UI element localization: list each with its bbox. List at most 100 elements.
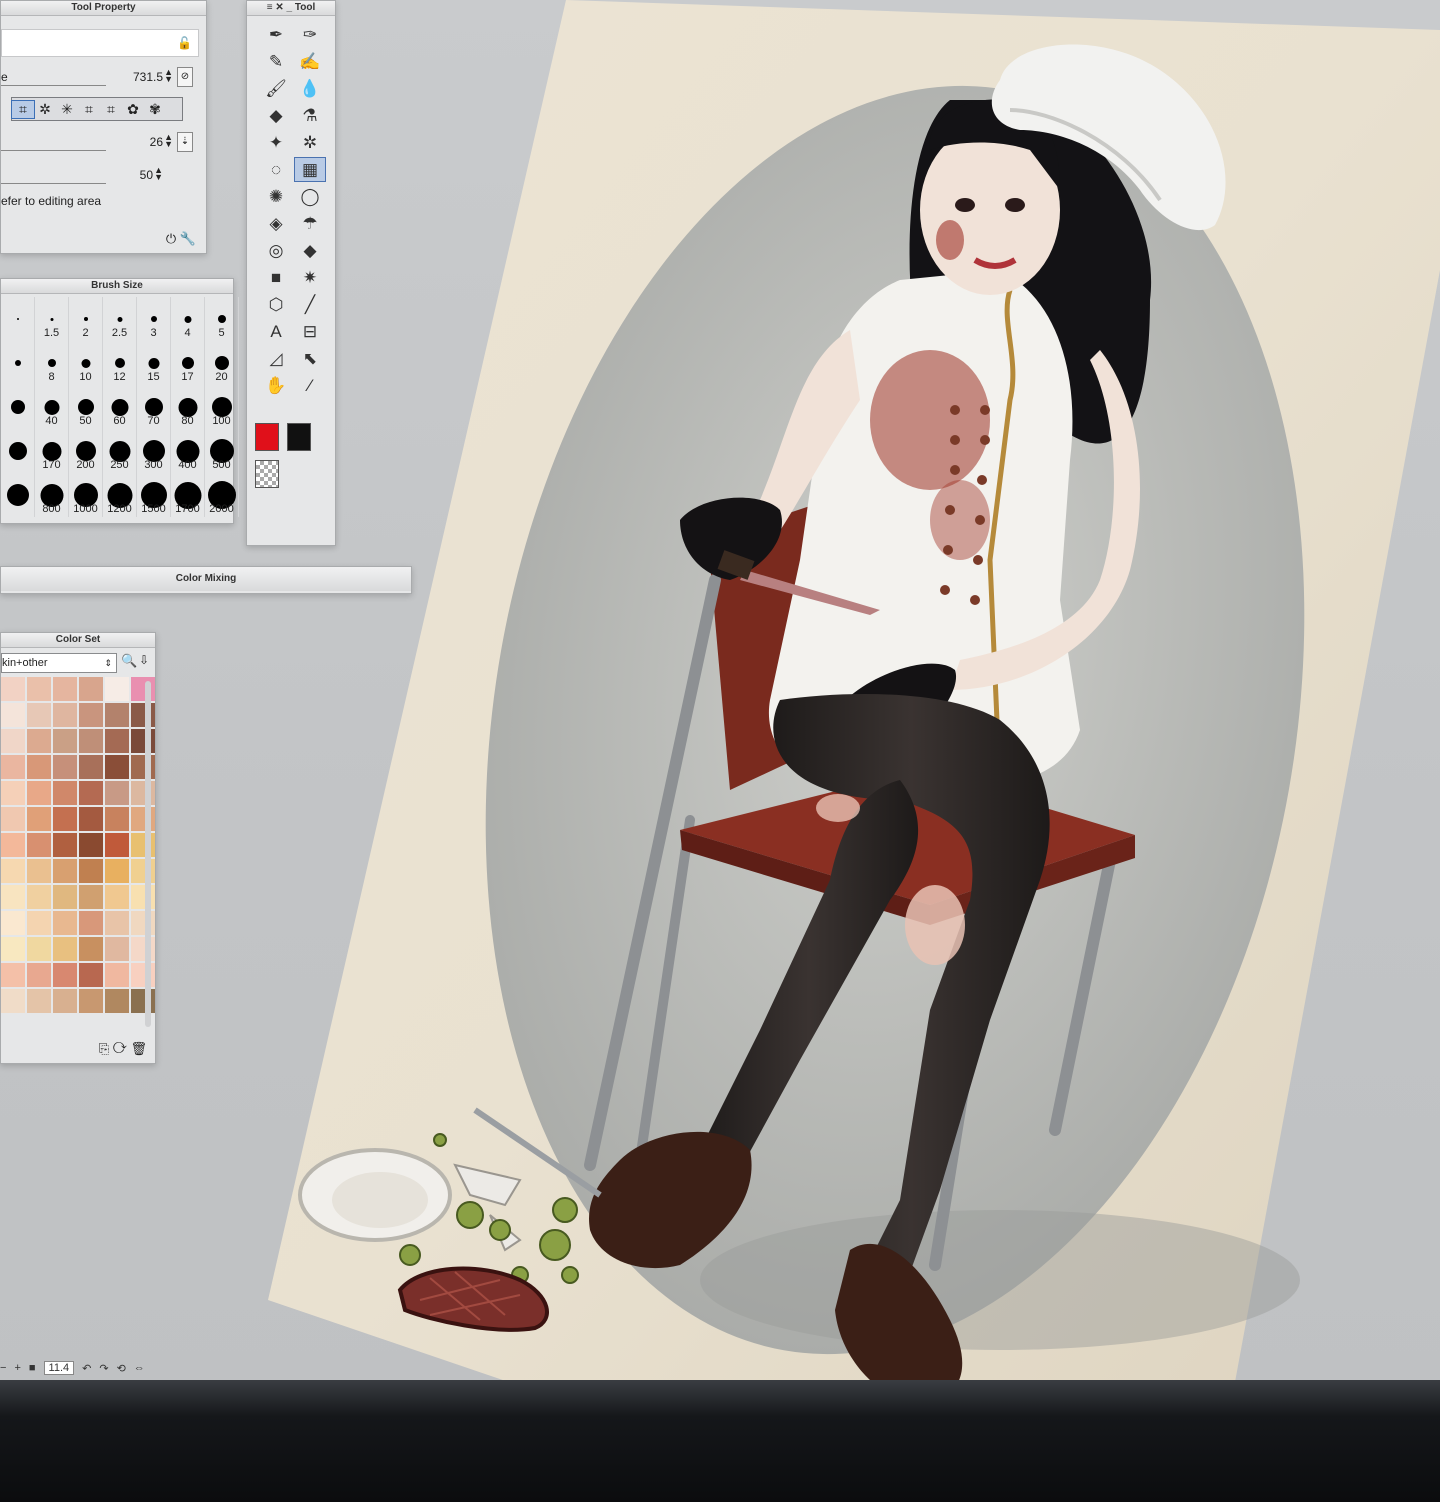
- color-swatch[interactable]: [27, 729, 51, 753]
- shape-option-icon[interactable]: ⌗: [78, 101, 100, 118]
- color-swatch[interactable]: [1, 677, 25, 701]
- brush-size-slider[interactable]: [1, 81, 106, 86]
- brush-size-preset[interactable]: 400: [171, 429, 205, 473]
- color-swatch[interactable]: [79, 677, 103, 701]
- sparkle-icon[interactable]: ✦: [261, 131, 291, 154]
- water-drop-icon[interactable]: ☂: [295, 212, 325, 235]
- color-swatch[interactable]: [131, 859, 155, 883]
- color-swatch[interactable]: [131, 911, 155, 935]
- color-swatch[interactable]: [53, 859, 77, 883]
- brush-size-preset[interactable]: 170: [35, 429, 69, 473]
- color-swatch[interactable]: [79, 859, 103, 883]
- brush-size-preset[interactable]: 2000: [205, 473, 239, 517]
- color-swatch[interactable]: [105, 859, 129, 883]
- color-swatch[interactable]: [53, 755, 77, 779]
- brush-shape-options[interactable]: ⌗ ✲ ✳ ⌗ ⌗ ✿ ✾: [11, 97, 183, 121]
- color-swatch[interactable]: [105, 781, 129, 805]
- brush-size-preset[interactable]: 17: [171, 341, 205, 385]
- color-swatch[interactable]: [131, 937, 155, 961]
- brush-size-preset[interactable]: 40: [35, 385, 69, 429]
- color-swatch[interactable]: [1, 781, 25, 805]
- color-swatch[interactable]: [1, 885, 25, 909]
- brush-size-preset[interactable]: 50: [69, 385, 103, 429]
- color-swatch[interactable]: [131, 755, 155, 779]
- brush-size-preset[interactable]: 70: [137, 385, 171, 429]
- color-swatch[interactable]: [79, 781, 103, 805]
- color-swatch[interactable]: [131, 989, 155, 1013]
- color-swatch[interactable]: [27, 885, 51, 909]
- hand-icon[interactable]: ✋: [261, 374, 291, 397]
- color-swatch[interactable]: [79, 755, 103, 779]
- color-swatch[interactable]: [105, 755, 129, 779]
- color-swatch[interactable]: [79, 937, 103, 961]
- shape-option-icon[interactable]: ⌗: [100, 101, 122, 118]
- stop-icon[interactable]: ■: [29, 1362, 36, 1374]
- text-icon[interactable]: A: [261, 320, 291, 343]
- brush-size-preset[interactable]: [1, 297, 35, 341]
- brush-size-preset[interactable]: 60: [103, 385, 137, 429]
- color-swatch[interactable]: [1, 859, 25, 883]
- brush-size-preset[interactable]: 1000: [69, 473, 103, 517]
- color-swatch[interactable]: [53, 833, 77, 857]
- brush-size-value[interactable]: 731.5: [133, 70, 163, 84]
- color-set-scrollbar[interactable]: [145, 681, 151, 1027]
- color-swatch[interactable]: [27, 807, 51, 831]
- color-swatch[interactable]: [131, 807, 155, 831]
- color-swatch[interactable]: [27, 781, 51, 805]
- density-value[interactable]: 26: [150, 135, 163, 149]
- selection-lasso-icon[interactable]: ◎: [261, 239, 291, 262]
- color-swatch[interactable]: [1, 807, 25, 831]
- color-swatch[interactable]: [27, 755, 51, 779]
- rotate-left-icon[interactable]: ↶: [82, 1362, 91, 1375]
- brush-size-preset[interactable]: 300: [137, 429, 171, 473]
- color-swatch[interactable]: [105, 989, 129, 1013]
- pen-alt-icon[interactable]: ✑: [295, 23, 325, 46]
- gradient-icon[interactable]: ■: [261, 266, 291, 289]
- opacity-spinner-icon[interactable]: ▲ ▼: [154, 166, 163, 182]
- pencil-icon[interactable]: ✎: [261, 50, 291, 73]
- color-swatch[interactable]: [131, 703, 155, 727]
- brush-size-preset[interactable]: 1500: [137, 473, 171, 517]
- color-swatch[interactable]: [79, 885, 103, 909]
- color-swatch[interactable]: [79, 703, 103, 727]
- brush-size-preset[interactable]: [1, 385, 35, 429]
- pressure-icon[interactable]: ⊘: [177, 67, 193, 87]
- decoration-icon[interactable]: ✲: [295, 131, 325, 154]
- color-swatch[interactable]: [27, 911, 51, 935]
- color-swatch[interactable]: [1, 833, 25, 857]
- color-swatch[interactable]: [105, 885, 129, 909]
- brush-size-preset[interactable]: 1.5: [35, 297, 69, 341]
- density-slider[interactable]: [1, 146, 106, 151]
- color-swatch[interactable]: [53, 781, 77, 805]
- brush-size-preset[interactable]: 10: [69, 341, 103, 385]
- texture-icon[interactable]: ✺: [261, 185, 291, 208]
- density-spinner-icon[interactable]: ▲ ▼: [164, 133, 173, 149]
- brush-size-preset[interactable]: 15: [137, 341, 171, 385]
- brush-size-preset[interactable]: 800: [35, 473, 69, 517]
- close-icon[interactable]: ✕: [275, 2, 283, 13]
- fill-icon[interactable]: ◆: [295, 239, 325, 262]
- color-swatch[interactable]: [105, 807, 129, 831]
- frame-icon[interactable]: ⊟: [295, 320, 325, 343]
- color-swatch[interactable]: [79, 963, 103, 987]
- color-swatch[interactable]: [131, 963, 155, 987]
- brush-size-preset[interactable]: 500: [205, 429, 239, 473]
- speech-bubble-icon[interactable]: ◯: [295, 185, 325, 208]
- line-icon[interactable]: ╱: [295, 293, 325, 316]
- color-swatch[interactable]: [53, 677, 77, 701]
- color-swatch[interactable]: [1, 755, 25, 779]
- lock-icon[interactable]: 🔓: [177, 36, 192, 50]
- artwork-canvas[interactable]: [0, 0, 1440, 1420]
- eyedropper-icon[interactable]: ⁄: [295, 374, 325, 397]
- color-swatch[interactable]: [27, 963, 51, 987]
- sub-color-swatch[interactable]: [287, 423, 312, 451]
- shape-option-icon[interactable]: ✿: [122, 101, 144, 118]
- color-swatch[interactable]: [79, 911, 103, 935]
- brush-size-preset[interactable]: 200: [69, 429, 103, 473]
- color-swatch[interactable]: [131, 677, 155, 701]
- brush-size-preset[interactable]: 1700: [171, 473, 205, 517]
- blend-icon[interactable]: ⚗: [295, 104, 325, 127]
- brush-size-preset[interactable]: 3: [137, 297, 171, 341]
- brush-icon[interactable]: 🖌: [261, 77, 291, 100]
- color-swatch[interactable]: [27, 833, 51, 857]
